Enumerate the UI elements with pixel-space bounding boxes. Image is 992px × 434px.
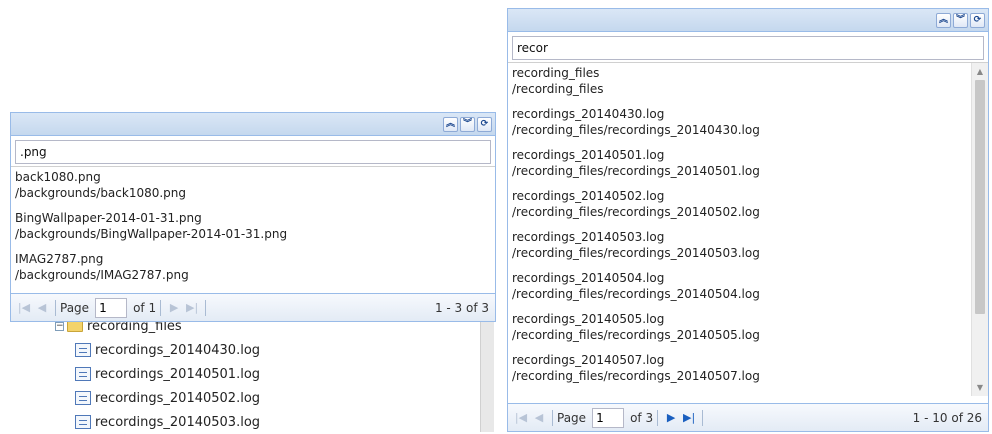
refresh-icon[interactable]: ⟳ [477, 117, 492, 132]
result-path: /recording_files/recordings_20140503.log [512, 246, 760, 260]
right-search-panel: ︽ ︾ ⟳ ▲ ▼ recording_files /recording_fil… [507, 8, 989, 432]
result-name: recording_files [512, 66, 600, 80]
list-item[interactable]: recordings_20140504.log /recording_files… [508, 268, 988, 309]
list-item[interactable]: BingWallpaper-2014-01-31.png /background… [11, 208, 495, 249]
file-tree: − recording_files recordings_20140430.lo… [55, 314, 495, 432]
result-path: /backgrounds/back1080.png [15, 186, 187, 200]
result-name: recordings_20140507.log [512, 353, 665, 367]
collapse-down-icon[interactable]: ︾ [460, 117, 475, 132]
first-page-icon[interactable]: |◀ [15, 299, 33, 317]
collapse-toggle-icon[interactable]: − [55, 321, 64, 331]
result-name: recordings_20140503.log [512, 230, 665, 244]
list-item[interactable]: recordings_20140430.log /recording_files… [508, 104, 988, 145]
left-search-panel: ︽ ︾ ⟳ back1080.png /backgrounds/back1080… [10, 112, 496, 322]
result-name: recordings_20140505.log [512, 312, 665, 326]
page-count-label: of 1 [133, 300, 157, 315]
result-path: /recording_files/recordings_20140430.log [512, 123, 760, 137]
page-label: Page [557, 410, 587, 425]
list-item[interactable]: recordings_20140502.log /recording_files… [508, 186, 988, 227]
result-path: /recording_files/recordings_20140507.log [512, 369, 760, 383]
result-path: /recording_files/recordings_20140502.log [512, 205, 760, 219]
collapse-up-icon[interactable]: ︽ [443, 117, 458, 132]
list-item[interactable]: recordings_20140505.log /recording_files… [508, 309, 988, 350]
vertical-scrollbar[interactable]: ▲ ▼ [971, 63, 988, 396]
next-page-icon[interactable]: ▶ [165, 299, 183, 317]
paging-toolbar: |◀ ◀ Page of 3 ▶ ▶| 1 - 10 of 26 [508, 403, 988, 431]
page-number-input[interactable] [95, 297, 128, 318]
separator [160, 299, 162, 316]
result-name: back1080.png [15, 170, 101, 184]
result-name: recordings_20140504.log [512, 271, 665, 285]
first-page-icon[interactable]: |◀ [512, 409, 530, 427]
result-path: /recording_files [512, 82, 604, 96]
tree-file-row[interactable]: recordings_20140502.log [55, 386, 495, 410]
log-file-icon [75, 391, 91, 405]
result-name: recordings_20140501.log [512, 148, 665, 162]
last-page-icon[interactable]: ▶| [680, 409, 698, 427]
tree-file-label: recordings_20140502.log [95, 390, 261, 406]
result-path: /recording_files/recordings_20140505.log [512, 328, 760, 342]
tree-file-row[interactable]: recordings_20140503.log [55, 410, 495, 434]
prev-page-icon[interactable]: ◀ [530, 409, 548, 427]
result-name: recordings_20140430.log [512, 107, 665, 121]
log-file-icon [75, 343, 91, 357]
list-item[interactable]: recordings_20140507.log /recording_files… [508, 350, 988, 391]
collapse-down-icon[interactable]: ︾ [953, 13, 968, 28]
paging-range: 1 - 10 of 26 [912, 410, 982, 425]
scroll-thumb[interactable] [975, 80, 985, 314]
tree-file-row[interactable]: recordings_20140501.log [55, 362, 495, 386]
separator [657, 409, 659, 426]
search-input[interactable] [512, 36, 984, 60]
list-item[interactable]: recordings_20140503.log /recording_files… [508, 227, 988, 268]
panel-header: ︽ ︾ ⟳ [11, 113, 495, 136]
refresh-icon[interactable]: ⟳ [970, 13, 985, 28]
result-path: /recording_files/recordings_20140504.log [512, 287, 760, 301]
tree-file-label: recordings_20140503.log [95, 414, 261, 430]
panel-header: ︽ ︾ ⟳ [508, 9, 988, 32]
result-path: /backgrounds/IMAG2787.png [15, 268, 189, 282]
next-page-icon[interactable]: ▶ [662, 409, 680, 427]
separator [205, 299, 207, 316]
tree-file-label: recordings_20140430.log [95, 342, 261, 358]
paging-range: 1 - 3 of 3 [434, 300, 489, 315]
collapse-up-icon[interactable]: ︽ [936, 13, 951, 28]
separator [552, 409, 553, 426]
search-input[interactable] [15, 140, 491, 164]
separator [702, 409, 704, 426]
results-list: ▲ ▼ recording_files /recording_files rec… [508, 62, 988, 396]
result-name: IMAG2787.png [15, 252, 104, 266]
page-count-label: of 3 [630, 410, 654, 425]
list-item[interactable]: back1080.png /backgrounds/back1080.png [11, 167, 495, 208]
log-file-icon [75, 415, 91, 429]
log-file-icon [75, 367, 91, 381]
result-name: BingWallpaper-2014-01-31.png [15, 211, 202, 225]
paging-toolbar: |◀ ◀ Page of 1 ▶ ▶| 1 - 3 of 3 [11, 293, 495, 321]
result-path: /recording_files/recordings_20140501.log [512, 164, 760, 178]
list-item[interactable]: recordings_20140501.log /recording_files… [508, 145, 988, 186]
scroll-up-icon[interactable]: ▲ [972, 63, 988, 80]
list-item[interactable]: IMAG2787.png /backgrounds/IMAG2787.png [11, 249, 495, 290]
prev-page-icon[interactable]: ◀ [33, 299, 51, 317]
last-page-icon[interactable]: ▶| [183, 299, 201, 317]
separator [55, 299, 56, 316]
scroll-down-icon[interactable]: ▼ [972, 379, 988, 396]
page-number-input[interactable] [592, 407, 625, 428]
tree-file-row[interactable]: recordings_20140430.log [55, 338, 495, 362]
result-name: recordings_20140502.log [512, 189, 665, 203]
result-path: /backgrounds/BingWallpaper-2014-01-31.pn… [15, 227, 288, 241]
list-item[interactable]: recording_files /recording_files [508, 63, 988, 104]
tree-file-label: recordings_20140501.log [95, 366, 261, 382]
page-label: Page [60, 300, 90, 315]
results-list: back1080.png /backgrounds/back1080.png B… [11, 166, 495, 290]
